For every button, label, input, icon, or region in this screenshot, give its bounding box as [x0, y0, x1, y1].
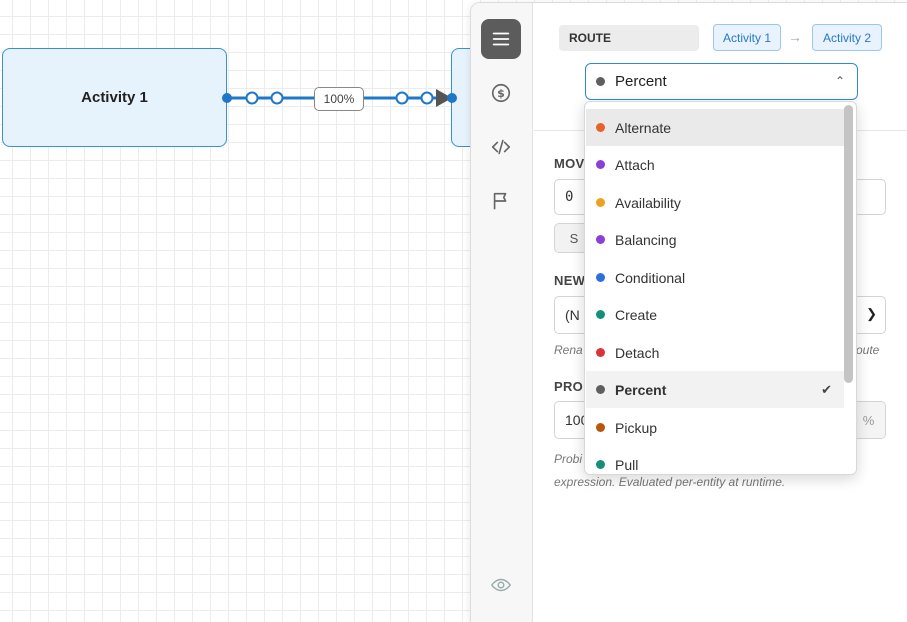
chevron-up-icon: ⌃: [834, 74, 845, 88]
option-alternate[interactable]: Alternate: [586, 109, 844, 146]
edge-percent-label[interactable]: 100%: [314, 87, 364, 111]
to-activity-chip[interactable]: Activity 2: [812, 24, 882, 51]
probability-help-1: Probi: [554, 452, 583, 466]
new-help-left: Rena: [554, 343, 583, 357]
edge-waypoint[interactable]: [395, 91, 409, 105]
checkmark-icon: ✔: [821, 381, 832, 397]
edge-start-handle[interactable]: [222, 93, 232, 103]
new-entity-value: (N: [565, 307, 580, 323]
chevron-down-icon: ❯: [866, 306, 877, 321]
route-type-dot: [596, 77, 605, 86]
option-conditional[interactable]: Conditional: [586, 259, 844, 296]
edge-end-handle[interactable]: [447, 93, 457, 103]
panel-icon-rail: $: [471, 3, 533, 622]
edge-waypoint[interactable]: [245, 91, 259, 105]
move-section-label: MOV: [554, 156, 585, 171]
arrow-right-icon: →: [788, 29, 802, 45]
edge-waypoint[interactable]: [270, 91, 284, 105]
option-availability[interactable]: Availability: [586, 184, 844, 221]
route-edge[interactable]: [0, 0, 520, 200]
dollar-icon[interactable]: $: [481, 73, 521, 113]
option-create[interactable]: Create: [586, 296, 844, 333]
probability-section-label: PROI: [554, 379, 587, 394]
route-type-dropdown[interactable]: Alternate Attach Availability Balancing …: [584, 101, 857, 475]
edge-waypoint[interactable]: [420, 91, 434, 105]
option-dot: [596, 423, 605, 432]
option-pull[interactable]: Pull: [586, 446, 844, 474]
svg-text:$: $: [497, 87, 505, 100]
option-balancing[interactable]: Balancing: [586, 221, 844, 258]
option-attach[interactable]: Attach: [586, 146, 844, 183]
new-section-label: NEW: [554, 273, 586, 288]
menu-icon[interactable]: [481, 19, 521, 59]
option-dot: [596, 123, 605, 132]
option-dot: [596, 198, 605, 207]
code-icon[interactable]: [481, 127, 521, 167]
option-pickup[interactable]: Pickup: [586, 409, 844, 446]
option-dot: [596, 273, 605, 282]
dropdown-scrollbar[interactable]: [844, 105, 853, 383]
eye-icon[interactable]: [481, 565, 521, 605]
option-dot: [596, 348, 605, 357]
option-dot: [596, 460, 605, 469]
probability-help-2: expression. Evaluated per-entity at runt…: [554, 475, 786, 489]
flag-icon[interactable]: [481, 181, 521, 221]
option-percent[interactable]: Percent ✔: [586, 371, 844, 408]
move-time-value: 0: [565, 189, 574, 205]
option-dot: [596, 310, 605, 319]
from-activity-chip[interactable]: Activity 1: [713, 24, 781, 51]
route-type-value: Percent: [615, 73, 667, 90]
route-type-select[interactable]: Percent ⌃: [585, 63, 858, 100]
route-badge: ROUTE: [559, 25, 699, 51]
option-dot: [596, 160, 605, 169]
option-detach[interactable]: Detach: [586, 334, 844, 371]
option-dot: [596, 235, 605, 244]
option-dot: [596, 385, 605, 394]
